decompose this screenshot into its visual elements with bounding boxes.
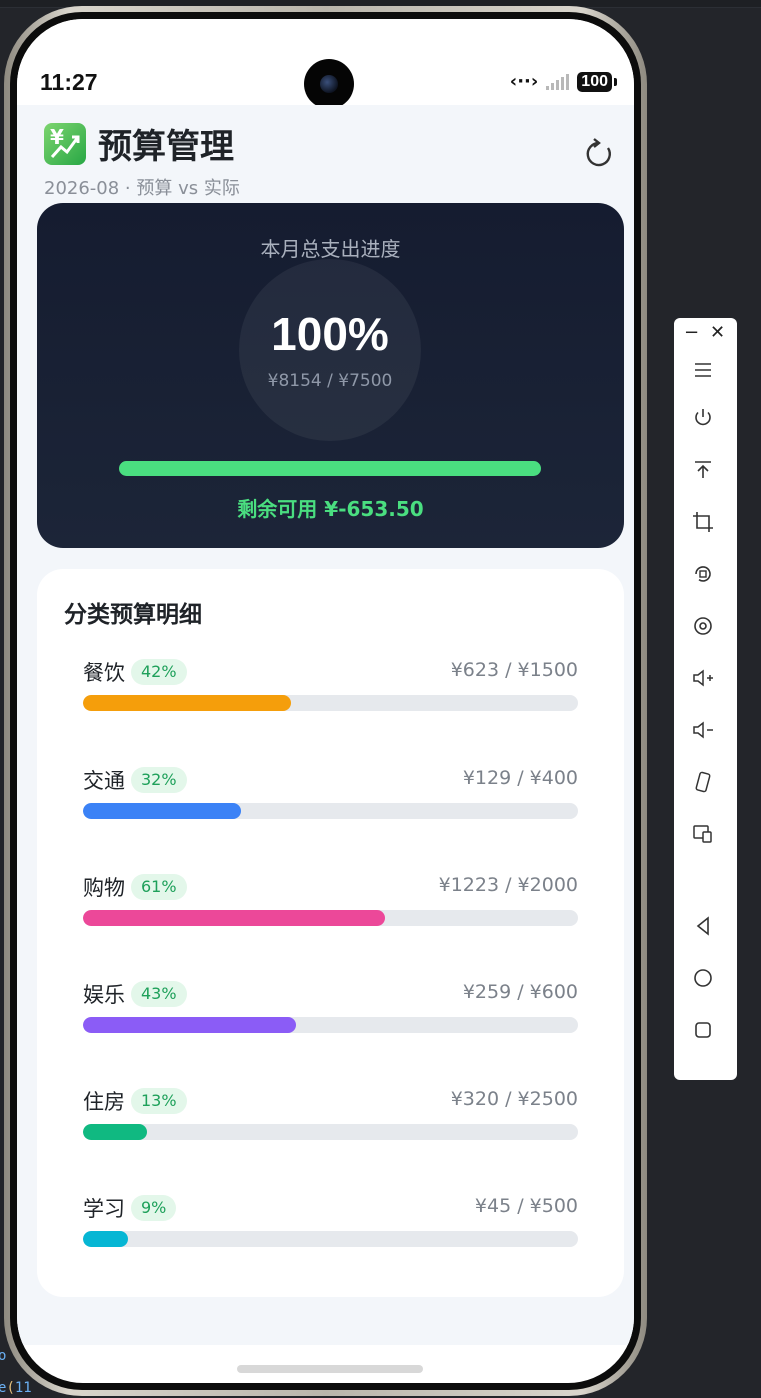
total-progress-bar [119, 461, 541, 476]
category-name: 购物 [83, 876, 125, 900]
multi-screen-icon[interactable] [691, 822, 715, 846]
category-progress-fill [83, 803, 242, 819]
page-title: 预算管理 [98, 127, 234, 167]
category-name: 餐饮 [83, 661, 125, 685]
editor-fragment: o [0, 1348, 7, 1364]
category-name: 学习 [83, 1197, 125, 1221]
phone-screen: 11:27 ‹··› 100 ¥ 预算管理 2026-08 · 预算 vs 实际… [17, 19, 634, 1383]
category-name: 住房 [83, 1090, 125, 1114]
category-progress-bar [83, 803, 578, 819]
refresh-icon [586, 138, 611, 167]
total-spend-card: 本月总支出进度 100% ¥8154 / ¥7500 剩余可用 ¥-653.50 [37, 203, 624, 548]
category-percent-badge: 43% [131, 981, 187, 1007]
remaining-amount: 剩余可用 ¥-653.50 [237, 497, 424, 521]
category-name: 交通 [83, 769, 125, 793]
category-row[interactable]: 学习 9% ¥45 / ¥500 [83, 1193, 578, 1253]
total-percent: 100% [271, 308, 389, 360]
home-icon[interactable] [691, 966, 715, 990]
volume-down-icon[interactable] [691, 718, 715, 742]
category-progress-bar [83, 695, 578, 711]
category-amount: ¥45 / ¥500 [474, 1195, 578, 1217]
category-amount: ¥129 / ¥400 [462, 767, 578, 789]
category-percent-badge: 13% [131, 1088, 187, 1114]
category-progress-fill [83, 1231, 128, 1247]
category-budget-title: 分类预算明细 [64, 602, 202, 628]
home-indicator[interactable] [237, 1365, 423, 1373]
minimize-button[interactable]: − [684, 322, 699, 343]
editor-fragment-bottom: e(11 [0, 1380, 32, 1396]
total-spend-label: 本月总支出进度 [260, 237, 401, 261]
category-progress-bar [83, 1124, 578, 1140]
category-row[interactable]: 住房 13% ¥320 / ¥2500 [83, 1086, 578, 1146]
back-icon[interactable] [691, 914, 715, 938]
category-percent-badge: 42% [131, 659, 187, 685]
category-progress-fill [83, 1124, 148, 1140]
phone-frame: 11:27 ‹··› 100 ¥ 预算管理 2026-08 · 预算 vs 实际… [4, 6, 647, 1396]
power-icon[interactable] [691, 406, 715, 430]
category-progress-fill [83, 695, 291, 711]
total-amount: ¥8154 / ¥7500 [267, 371, 393, 391]
category-progress-fill [83, 910, 385, 926]
close-button[interactable]: ✕ [710, 322, 725, 343]
category-budget-card: 分类预算明细 餐饮 42% ¥623 / ¥1500 交通 32% ¥129 / ¥400… [37, 569, 624, 1297]
category-percent-badge: 32% [131, 767, 187, 793]
category-percent-badge: 61% [131, 874, 187, 900]
category-row[interactable]: 交通 32% ¥129 / ¥400 [83, 765, 578, 825]
category-name: 娱乐 [83, 983, 125, 1007]
category-progress-fill [83, 1017, 296, 1033]
front-camera [304, 59, 354, 109]
crop-icon[interactable] [691, 510, 715, 534]
total-progress-fill [119, 461, 541, 476]
recents-icon[interactable] [691, 1018, 715, 1042]
rotate-icon[interactable] [691, 562, 715, 586]
category-percent-badge: 9% [131, 1195, 177, 1221]
category-progress-bar [83, 1231, 578, 1247]
screen-record-icon[interactable] [691, 614, 715, 638]
pin-top-icon[interactable] [691, 458, 715, 482]
category-row[interactable]: 餐饮 42% ¥623 / ¥1500 [83, 657, 578, 717]
signal-icon [546, 73, 570, 90]
progress-circle: 100% ¥8154 / ¥7500 [239, 259, 421, 441]
category-row[interactable]: 购物 61% ¥1223 / ¥2000 [83, 872, 578, 932]
status-icons: ‹··› 100 [509, 71, 617, 92]
chart-yen-icon: ¥ [44, 122, 86, 165]
category-row[interactable]: 娱乐 43% ¥259 / ¥600 [83, 979, 578, 1039]
status-bar: 11:27 ‹··› 100 [17, 19, 634, 109]
refresh-button[interactable] [582, 137, 616, 171]
category-amount: ¥1223 / ¥2000 [438, 874, 578, 896]
data-transfer-icon: ‹··› [509, 71, 539, 92]
emulator-toolbar: − ✕ [674, 318, 737, 1080]
battery-icon: 100 [577, 71, 617, 92]
page-subtitle: 2026-08 · 预算 vs 实际 [44, 178, 240, 199]
category-amount: ¥623 / ¥1500 [450, 659, 578, 681]
menu-icon[interactable] [691, 358, 715, 382]
category-progress-bar [83, 1017, 578, 1033]
category-amount: ¥320 / ¥2500 [450, 1088, 578, 1110]
category-progress-bar [83, 910, 578, 926]
volume-up-icon[interactable] [691, 666, 715, 690]
page-header: ¥ 预算管理 2026-08 · 预算 vs 实际 [44, 119, 624, 200]
status-time: 11:27 [40, 69, 98, 95]
rotate-device-icon[interactable] [691, 770, 715, 794]
category-amount: ¥259 / ¥600 [462, 981, 578, 1003]
